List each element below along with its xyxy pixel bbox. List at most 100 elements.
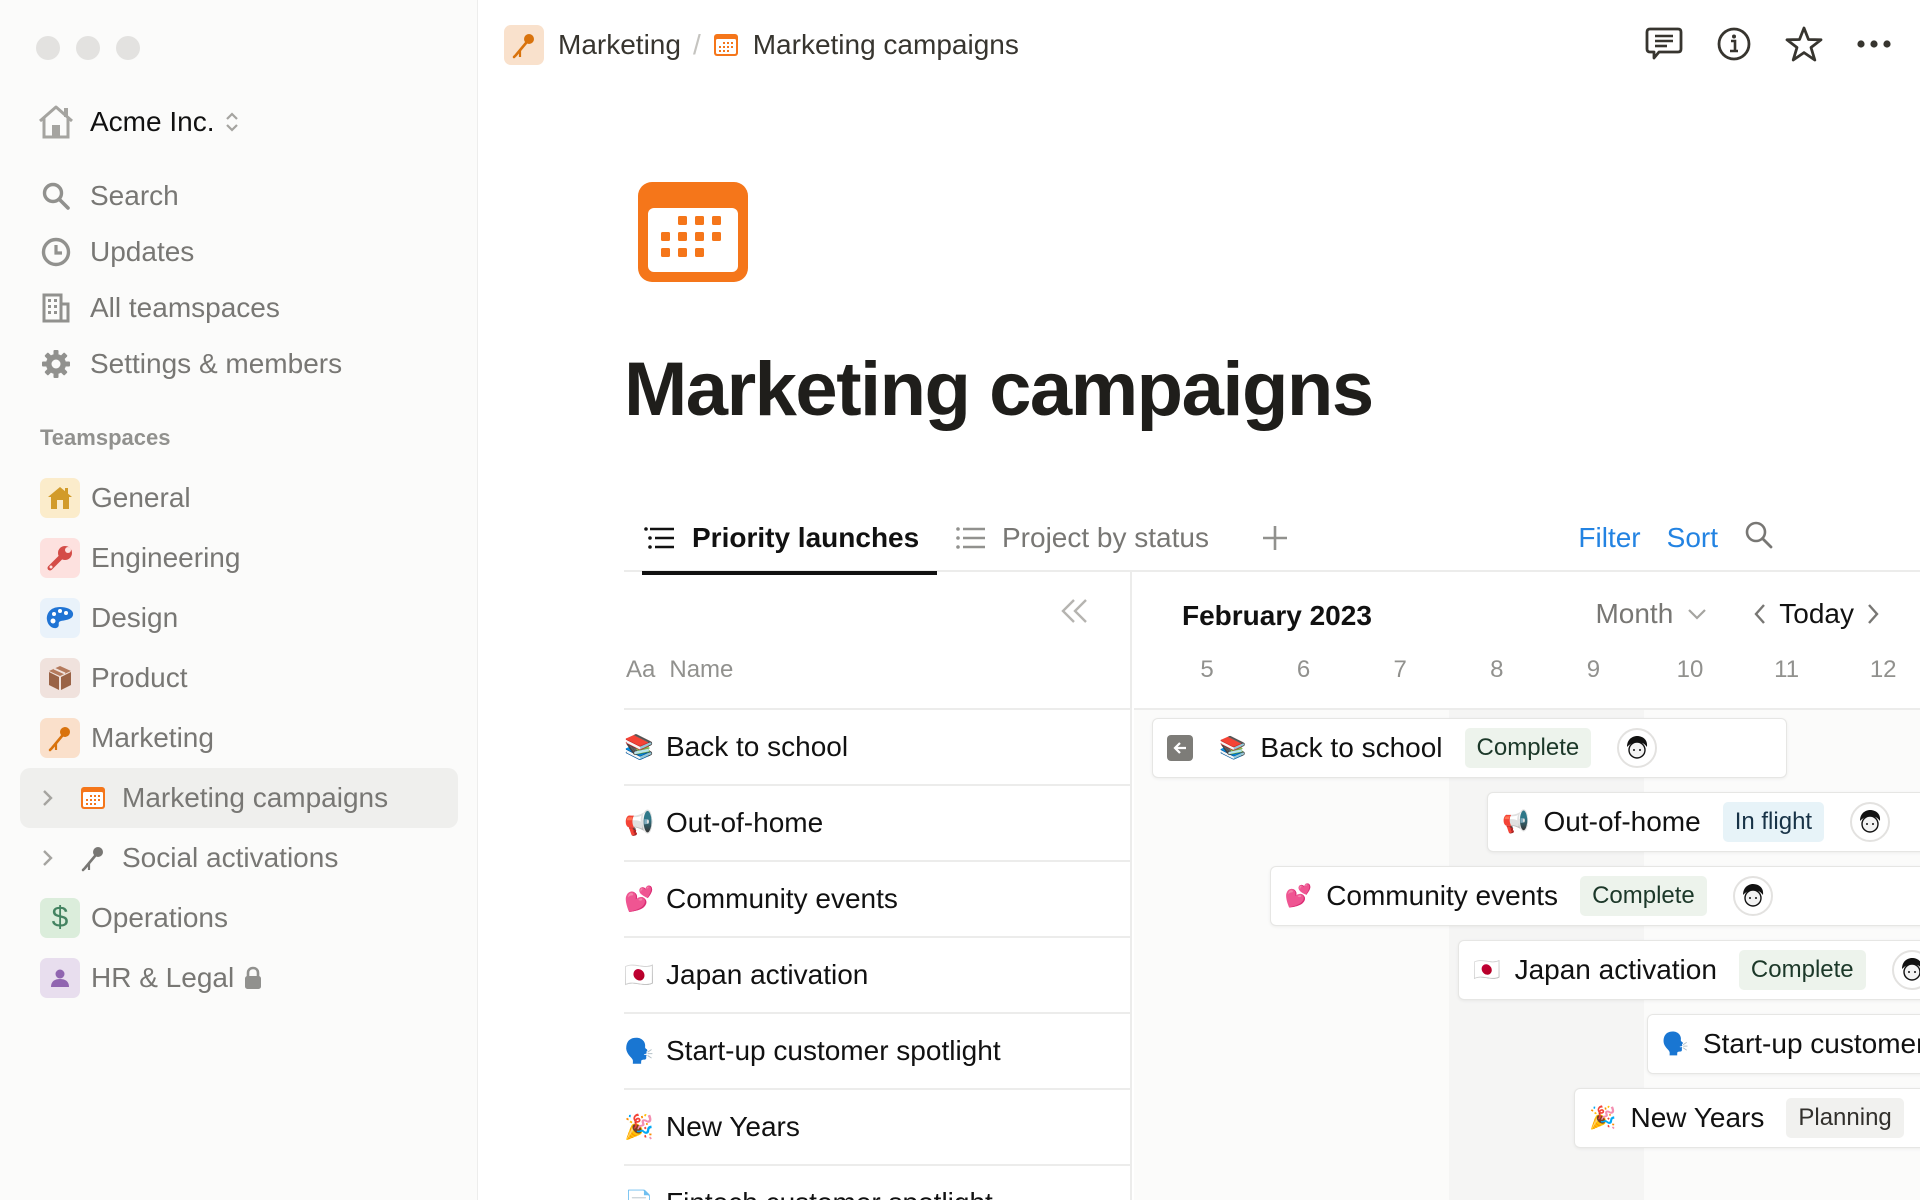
sidebar-item-marketing-campaigns[interactable]: Marketing campaigns	[20, 768, 458, 828]
more-icon[interactable]	[1854, 22, 1894, 66]
window-close-button[interactable]	[36, 36, 60, 60]
table-row[interactable]: 🎉 New Years	[624, 1088, 1132, 1164]
tab-label: Project by status	[1002, 522, 1209, 553]
sidebar-item-product[interactable]: Product	[20, 648, 458, 708]
sort-button[interactable]: Sort	[1667, 522, 1718, 554]
timeline-scale-select[interactable]: Month	[1595, 598, 1707, 630]
table-row[interactable]: 📢 Out-of-home	[624, 784, 1132, 860]
collapse-table-icon[interactable]	[1060, 598, 1090, 629]
topbar: Marketing / Marketing campaigns	[479, 0, 1920, 88]
arrow-left-icon[interactable]	[1167, 735, 1193, 761]
wrench-icon	[40, 538, 80, 578]
sidebar-item-label: All teamspaces	[90, 292, 280, 323]
timeline-day-label: 9	[1586, 656, 1601, 683]
row-emoji-icon: 📚	[624, 733, 654, 761]
avatar	[1617, 728, 1658, 768]
bar-emoji-icon: 📢	[1502, 809, 1530, 834]
sidebar-item-operations[interactable]: $ Operations	[20, 888, 458, 948]
sidebar-item-search[interactable]: Search	[36, 168, 456, 224]
window-controls	[36, 36, 140, 60]
row-emoji-icon: 📢	[624, 809, 654, 837]
star-icon[interactable]	[1784, 22, 1824, 66]
window-minimize-button[interactable]	[76, 36, 100, 60]
sidebar-item-engineering[interactable]: Engineering	[20, 528, 458, 588]
row-emoji-icon: 📄	[624, 1189, 666, 1200]
name-column-header[interactable]: Aa Name	[626, 656, 733, 684]
info-icon[interactable]	[1714, 22, 1754, 66]
palette-icon	[40, 598, 80, 638]
chevron-down-icon	[1688, 609, 1707, 620]
search-icon[interactable]	[1744, 520, 1774, 557]
sidebar-item-label: Design	[91, 602, 179, 633]
timeline-bar[interactable]: 📢 Out-of-home In flight	[1487, 792, 1920, 852]
sidebar-item-label: Social activations	[122, 842, 339, 873]
teamspaces-section-label: Teamspaces	[40, 425, 171, 450]
bar-emoji-icon: 🎉	[1589, 1105, 1617, 1130]
table-row[interactable]: 🇯🇵 Japan activation	[624, 936, 1132, 1012]
package-icon	[40, 658, 80, 698]
workspace-switcher[interactable]: Acme Inc.	[36, 102, 240, 142]
sidebar-item-general[interactable]: General	[20, 468, 458, 528]
chevron-left-icon[interactable]	[1753, 603, 1767, 625]
timeline-day-headers: 5 6 7 8 9 10 11 12	[1134, 656, 1920, 686]
list-icon	[956, 527, 986, 549]
row-name: Out-of-home	[666, 807, 824, 838]
row-name: Community events	[666, 883, 898, 914]
sidebar-item-updates[interactable]: Updates	[36, 224, 456, 280]
bar-name: Community events	[1326, 880, 1559, 911]
timeline-bar[interactable]: 🗣️ Start-up customer spotlight	[1646, 1014, 1920, 1074]
home-icon	[36, 102, 76, 142]
row-emoji-icon: 💕	[624, 885, 654, 913]
tab-priority-launches[interactable]: Priority launches	[641, 504, 938, 575]
sidebar-item-hr-legal[interactable]: HR & Legal	[20, 948, 458, 1008]
sidebar-item-label: Settings & members	[90, 348, 343, 379]
breadcrumb-item-marketing-campaigns[interactable]: Marketing campaigns	[753, 29, 1019, 61]
tab-label: Priority launches	[692, 522, 920, 553]
breadcrumb-item-marketing[interactable]: Marketing	[558, 29, 681, 61]
calendar-icon[interactable]	[636, 180, 750, 284]
tab-project-by-status[interactable]: Project by status	[956, 504, 1209, 572]
microphone-icon	[78, 843, 108, 873]
page-title[interactable]: Marketing campaigns	[624, 346, 1374, 433]
chevron-right-icon[interactable]	[38, 788, 58, 808]
row-name: Start-up customer spotlight	[666, 1035, 1001, 1066]
dollar-icon: $	[40, 898, 80, 938]
timeline-day-label: 5	[1200, 656, 1214, 683]
row-name: New Years	[666, 1111, 800, 1142]
avatar	[1891, 950, 1920, 990]
table-rows: 📚 Back to school 📢 Out-of-home 💕 Community ev…	[624, 708, 1132, 1200]
topbar-actions	[1644, 22, 1894, 66]
add-view-button[interactable]	[1262, 504, 1288, 572]
timeline-day-label: 12	[1869, 656, 1897, 683]
bar-name: Back to school	[1260, 732, 1443, 763]
table-row[interactable]: 💕 Community events	[624, 860, 1132, 936]
comments-icon[interactable]	[1644, 22, 1684, 66]
table-row[interactable]: 🗣️ Start-up customer spotlight	[624, 1012, 1132, 1088]
sidebar-item-all-teamspaces[interactable]: All teamspaces	[36, 280, 456, 336]
window-maximize-button[interactable]	[116, 36, 140, 60]
sidebar-item-social-activations[interactable]: Social activations	[20, 828, 458, 888]
timeline-bar[interactable]: 🇯🇵 Japan activation Complete	[1458, 940, 1920, 1000]
timeline-bar[interactable]: 💕 Community events Complete	[1269, 866, 1920, 926]
chevron-right-icon[interactable]	[1866, 603, 1880, 625]
timeline-bar[interactable]: 📚 Back to school Complete	[1152, 718, 1787, 778]
sidebar-item-label: Marketing campaigns	[122, 782, 389, 813]
timeline-bar[interactable]: 🎉 New Years Planning	[1574, 1088, 1920, 1148]
teamspaces-list: General Engineering Design Product Marke…	[20, 468, 458, 1008]
chevron-right-icon[interactable]	[38, 848, 58, 868]
avatar	[1732, 876, 1773, 916]
timeline-day-label: 8	[1490, 656, 1504, 683]
calendar-icon	[713, 33, 739, 57]
today-button[interactable]: Today	[1779, 598, 1854, 630]
timeline-nav: Today	[1753, 598, 1880, 630]
sidebar-item-design[interactable]: Design	[20, 588, 458, 648]
house-icon	[40, 478, 80, 518]
column-header-label: Name	[669, 656, 734, 683]
sidebar-item-settings[interactable]: Settings & members	[36, 336, 456, 392]
table-row[interactable]: 📄Fintech customer spotlight	[624, 1164, 1132, 1200]
table-row[interactable]: 📚 Back to school	[624, 708, 1132, 784]
bar-emoji-icon: 🗣️	[1661, 1031, 1689, 1056]
filter-button[interactable]: Filter	[1578, 522, 1640, 554]
sidebar-item-label: Engineering	[91, 542, 241, 573]
sidebar-item-marketing[interactable]: Marketing	[20, 708, 458, 768]
